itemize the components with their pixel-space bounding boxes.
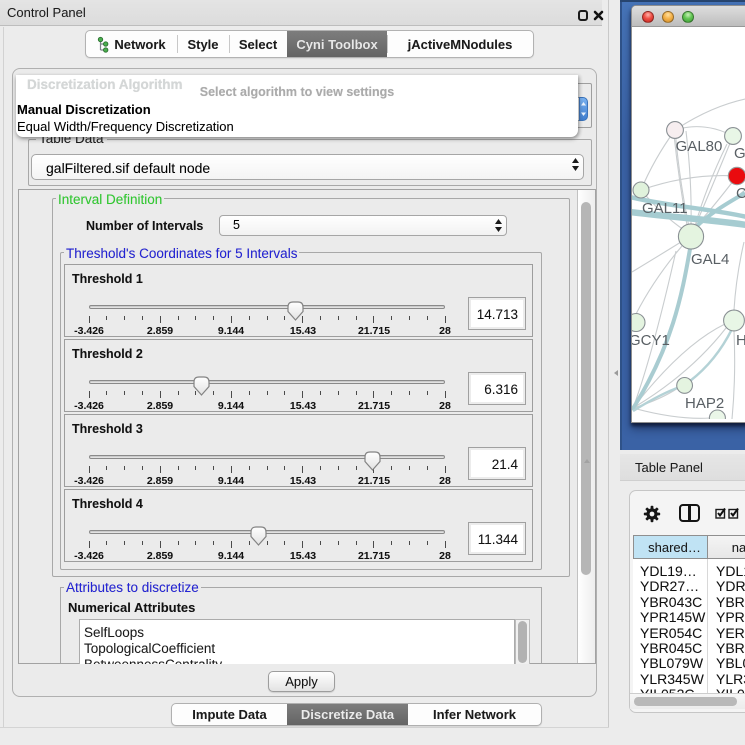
svg-text:H: H bbox=[736, 332, 745, 349]
svg-text:C: C bbox=[736, 185, 745, 202]
svg-text:GAL4: GAL4 bbox=[691, 251, 729, 268]
svg-text:HAP2: HAP2 bbox=[685, 395, 724, 412]
svg-text:GA: GA bbox=[734, 145, 745, 162]
svg-text:GAL80: GAL80 bbox=[676, 138, 723, 155]
svg-text:GCY1: GCY1 bbox=[632, 332, 670, 349]
svg-text:GAL11: GAL11 bbox=[642, 200, 688, 217]
